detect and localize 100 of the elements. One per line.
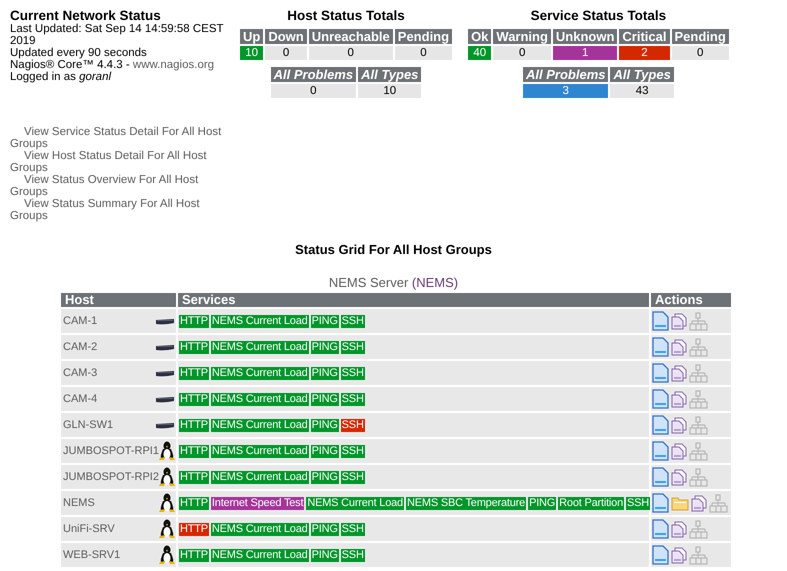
notes-icon[interactable] bbox=[671, 468, 687, 486]
service-link[interactable]: NEMS Current Load bbox=[210, 470, 309, 484]
document-icon[interactable] bbox=[652, 389, 669, 409]
service-link[interactable]: Internet Speed Test bbox=[210, 496, 304, 510]
status-count[interactable]: 0 bbox=[394, 46, 452, 60]
service-link[interactable]: SSH bbox=[626, 496, 650, 510]
notes-icon[interactable] bbox=[671, 442, 687, 460]
host-link[interactable]: CAM-2 bbox=[62, 341, 98, 353]
status-count[interactable]: 0 bbox=[672, 46, 729, 60]
service-link[interactable]: PING bbox=[310, 314, 339, 328]
view-link[interactable]: View Service Status Detail For All Host Groups bbox=[10, 126, 232, 150]
document-icon[interactable] bbox=[652, 311, 669, 331]
website-link[interactable]: www.nagios.org bbox=[132, 59, 214, 71]
notes-icon[interactable] bbox=[671, 338, 687, 356]
service-link[interactable]: NEMS Current Load bbox=[306, 496, 404, 510]
service-link[interactable]: HTTP bbox=[179, 548, 209, 562]
service-link[interactable]: PING bbox=[310, 392, 339, 406]
service-link[interactable]: HTTP bbox=[179, 496, 209, 510]
status-count[interactable]: 3 bbox=[523, 84, 608, 98]
status-count[interactable]: 0 bbox=[308, 46, 393, 60]
document-icon[interactable] bbox=[652, 441, 669, 461]
status-header[interactable]: Critical bbox=[619, 29, 670, 44]
service-link[interactable]: NEMS SBC Temperature bbox=[406, 496, 526, 510]
view-link[interactable]: View Status Summary For All Host Groups bbox=[10, 198, 232, 222]
status-header[interactable]: All Types bbox=[610, 67, 674, 82]
service-link[interactable]: SSH bbox=[340, 392, 365, 406]
document-icon[interactable] bbox=[652, 337, 669, 357]
service-link[interactable]: NEMS Current Load bbox=[210, 366, 309, 380]
service-link[interactable]: HTTP bbox=[179, 470, 209, 484]
notes-icon[interactable] bbox=[671, 312, 687, 330]
status-count[interactable]: 0 bbox=[493, 46, 551, 60]
service-link[interactable]: SSH bbox=[340, 470, 365, 484]
service-link[interactable]: NEMS Current Load bbox=[210, 522, 309, 536]
service-link[interactable]: PING bbox=[310, 522, 339, 536]
status-header[interactable]: Warning bbox=[493, 29, 551, 44]
view-link[interactable]: View Status Overview For All Host Groups bbox=[10, 174, 232, 198]
service-link[interactable]: PING bbox=[310, 366, 339, 380]
host-link[interactable]: NEMS bbox=[62, 497, 95, 509]
status-header[interactable]: Pending bbox=[672, 29, 729, 44]
service-link[interactable]: NEMS Current Load bbox=[210, 548, 309, 562]
status-count[interactable]: 0 bbox=[265, 46, 307, 60]
status-header[interactable]: Up bbox=[240, 29, 264, 44]
service-link[interactable]: HTTP bbox=[179, 418, 209, 432]
status-header[interactable]: All Types bbox=[358, 67, 422, 82]
service-link[interactable]: HTTP bbox=[179, 392, 209, 406]
service-link[interactable]: NEMS Current Load bbox=[210, 418, 309, 432]
service-link[interactable]: PING bbox=[310, 548, 339, 562]
host-link[interactable]: CAM-4 bbox=[62, 393, 98, 405]
service-link[interactable]: PING bbox=[310, 470, 339, 484]
status-header[interactable]: Unreachable bbox=[308, 29, 393, 44]
status-count[interactable]: 1 bbox=[552, 46, 618, 60]
status-count[interactable]: 40 bbox=[468, 46, 492, 60]
service-link[interactable]: HTTP bbox=[179, 522, 209, 536]
service-link[interactable]: SSH bbox=[340, 548, 365, 562]
service-link[interactable]: SSH bbox=[340, 366, 365, 380]
service-link[interactable]: NEMS Current Load bbox=[210, 340, 309, 354]
document-icon[interactable] bbox=[652, 363, 669, 383]
status-header[interactable]: All Problems bbox=[270, 67, 356, 82]
status-header[interactable]: Ok bbox=[468, 29, 492, 44]
service-link[interactable]: SSH bbox=[340, 418, 365, 432]
status-header[interactable]: Unknown bbox=[552, 29, 618, 44]
document-icon[interactable] bbox=[652, 519, 669, 539]
notes-icon[interactable] bbox=[671, 546, 687, 564]
service-link[interactable]: NEMS Current Load bbox=[210, 392, 309, 406]
service-link[interactable]: SSH bbox=[340, 522, 365, 536]
host-link[interactable]: CAM-1 bbox=[62, 315, 98, 327]
service-link[interactable]: HTTP bbox=[179, 340, 209, 354]
status-count[interactable]: 10 bbox=[240, 46, 264, 60]
service-link[interactable]: SSH bbox=[340, 340, 365, 354]
notes-icon[interactable] bbox=[671, 416, 687, 434]
notes-icon[interactable] bbox=[691, 494, 707, 512]
status-count[interactable]: 43 bbox=[610, 84, 674, 98]
service-link[interactable]: SSH bbox=[340, 314, 365, 328]
status-header[interactable]: All Problems bbox=[523, 67, 608, 82]
folder-icon[interactable] bbox=[671, 496, 689, 510]
service-link[interactable]: PING bbox=[310, 444, 339, 458]
service-link[interactable]: NEMS Current Load bbox=[210, 444, 309, 458]
notes-icon[interactable] bbox=[671, 364, 687, 382]
document-icon[interactable] bbox=[652, 415, 669, 435]
status-count[interactable]: 0 bbox=[270, 84, 356, 98]
service-link[interactable]: PING bbox=[310, 418, 339, 432]
service-link[interactable]: Root Partition bbox=[558, 496, 624, 510]
service-link[interactable]: HTTP bbox=[179, 444, 209, 458]
document-icon[interactable] bbox=[652, 467, 669, 487]
service-link[interactable]: PING bbox=[528, 496, 556, 510]
host-link[interactable]: CAM-3 bbox=[62, 367, 98, 379]
status-count[interactable]: 2 bbox=[619, 46, 670, 60]
group-link[interactable]: (NEMS) bbox=[412, 275, 458, 290]
notes-icon[interactable] bbox=[671, 390, 687, 408]
service-link[interactable]: NEMS Current Load bbox=[210, 314, 309, 328]
status-header[interactable]: Down bbox=[265, 29, 307, 44]
notes-icon[interactable] bbox=[671, 520, 687, 538]
service-link[interactable]: PING bbox=[310, 340, 339, 354]
document-icon[interactable] bbox=[652, 545, 669, 565]
status-header[interactable]: Pending bbox=[394, 29, 452, 44]
status-count[interactable]: 10 bbox=[358, 84, 422, 98]
view-link[interactable]: View Host Status Detail For All Host Groups bbox=[10, 150, 232, 174]
document-icon[interactable] bbox=[652, 493, 669, 513]
service-link[interactable]: HTTP bbox=[179, 366, 209, 380]
service-link[interactable]: SSH bbox=[340, 444, 365, 458]
